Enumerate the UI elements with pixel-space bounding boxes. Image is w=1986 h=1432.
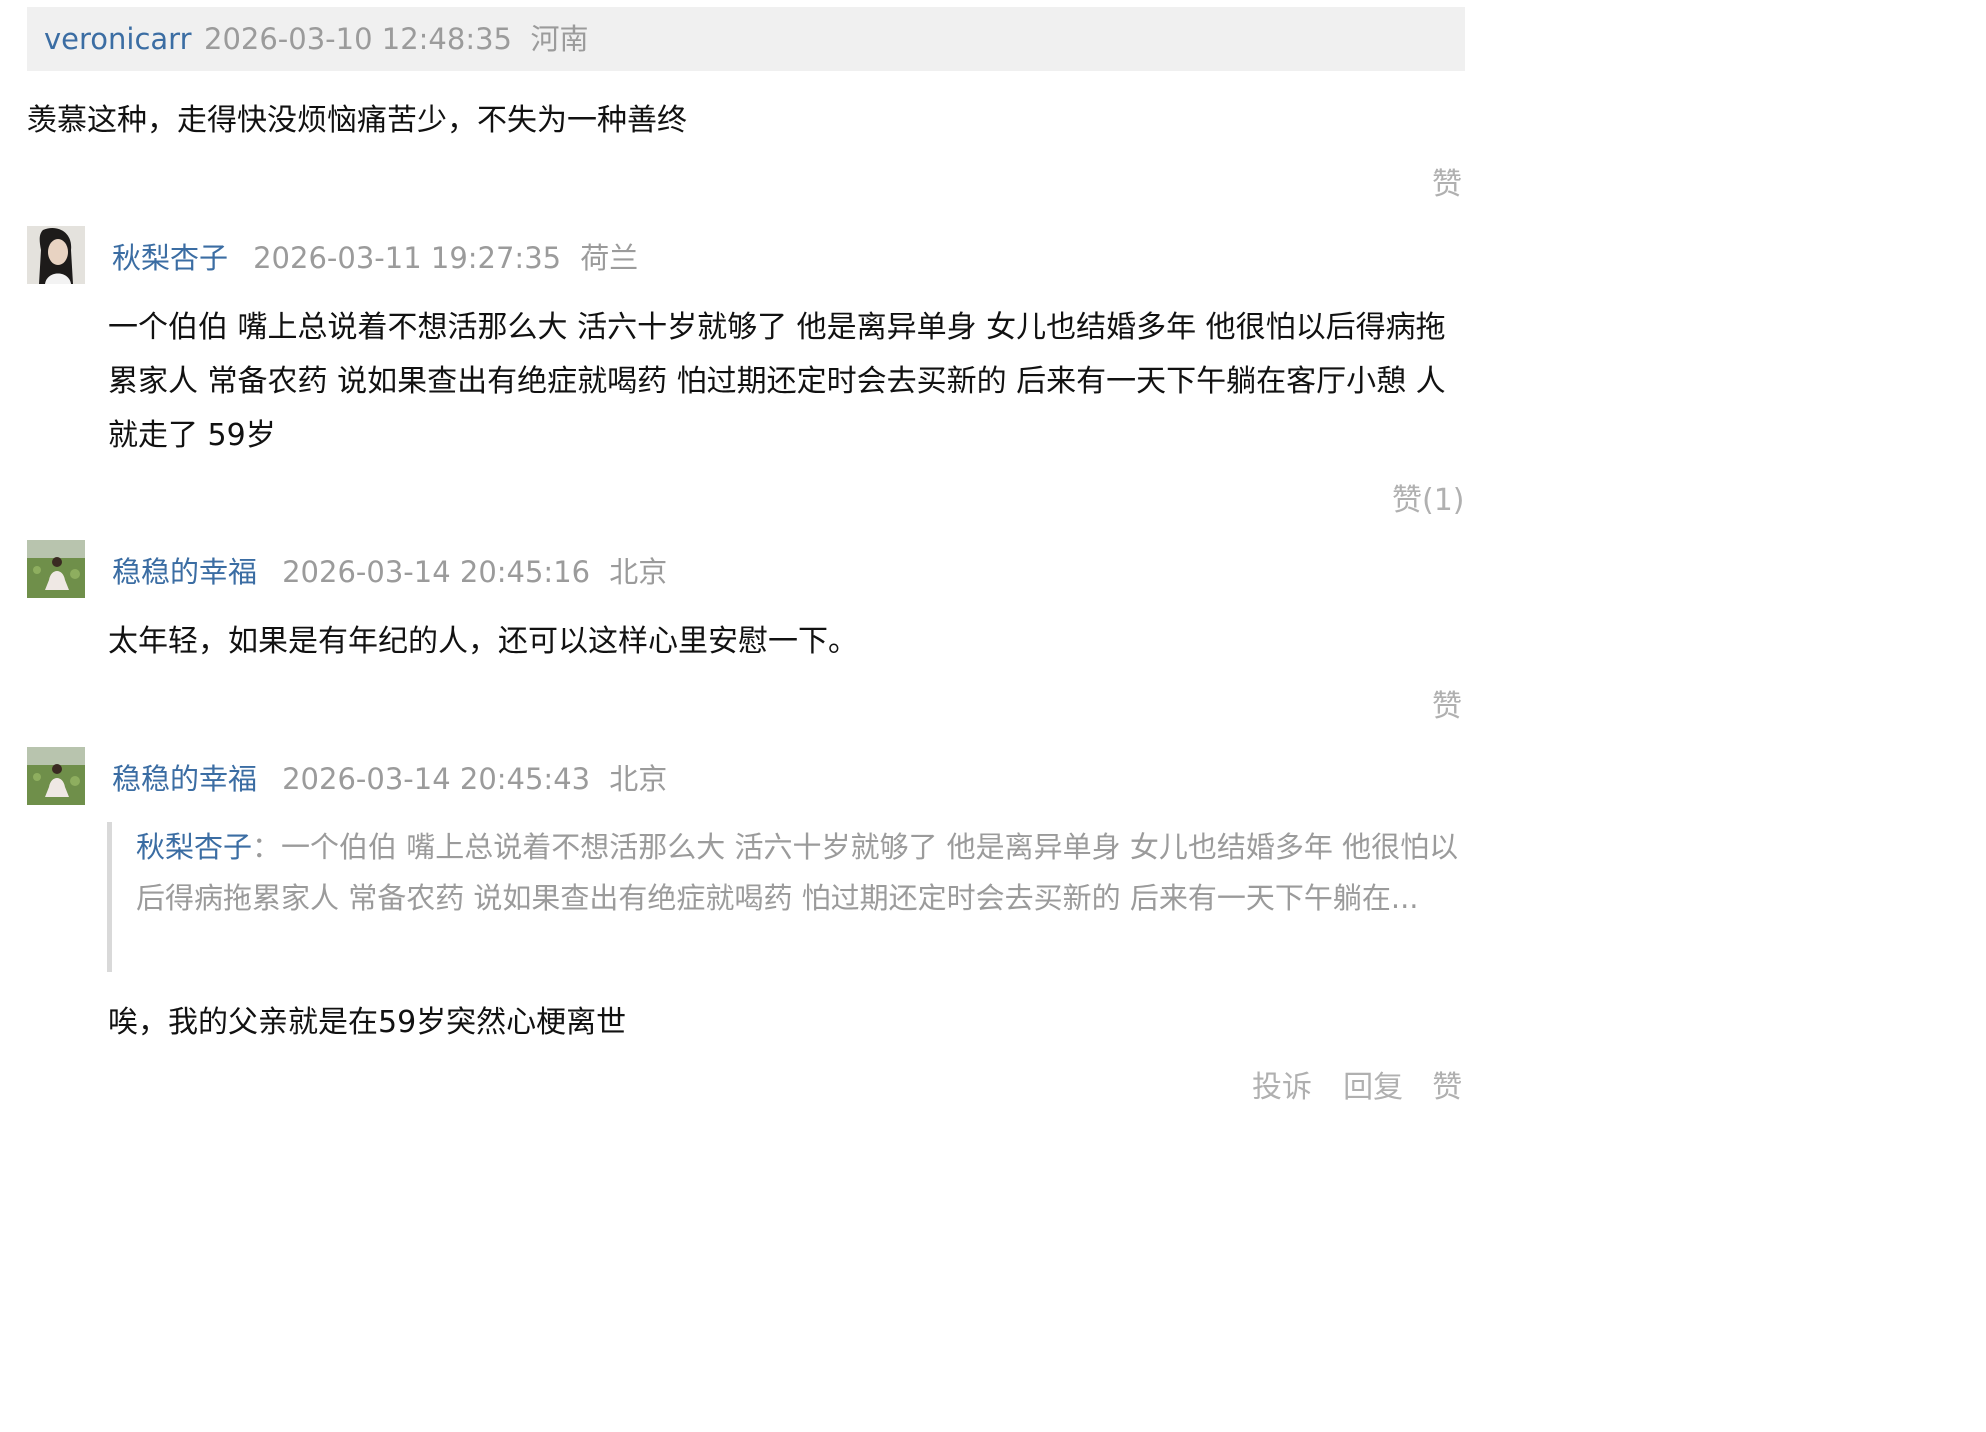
comment-location: 荷兰 <box>580 241 639 275</box>
like-button[interactable]: 赞(1) <box>1392 483 1465 519</box>
like-button[interactable]: 赞 <box>1432 1070 1462 1105</box>
like-button[interactable]: 赞 <box>1432 167 1462 203</box>
comment-text: 唉，我的父亲就是在59岁突然心梗离世 <box>108 1005 627 1040</box>
comment-header: 秋梨杏子 2026-03-11 19:27:35 荷兰 <box>112 240 638 276</box>
comment-username[interactable]: 稳稳的幸福 <box>112 555 257 589</box>
comment-datetime: 2026-03-11 19:27:35 <box>253 241 562 275</box>
comment-header: 稳稳的幸福 2026-03-14 20:45:43 北京 <box>112 761 667 797</box>
quoted-comment-body: 秋梨杏子：一个伯伯 嘴上总说着不想活那么大 活六十岁就够了 他是离异单身 女儿也… <box>136 822 1468 924</box>
comment-username[interactable]: 秋梨杏子 <box>112 241 228 275</box>
comment-username[interactable]: 稳稳的幸福 <box>112 762 257 796</box>
user-avatar-icon[interactable] <box>27 747 85 805</box>
reply-button[interactable]: 回复 <box>1343 1070 1403 1105</box>
comment-text: 太年轻，如果是有年纪的人，还可以这样心里安慰一下。 <box>108 624 858 659</box>
quoted-author[interactable]: 秋梨杏子 <box>136 830 252 864</box>
comment-text: 羡慕这种，走得快没烦恼痛苦少，不失为一种善终 <box>27 103 687 138</box>
comment-location: 北京 <box>609 555 668 589</box>
quoted-separator: ： <box>252 830 282 864</box>
comment-location: 河南 <box>530 22 589 56</box>
avatar-image <box>27 747 85 805</box>
comment-datetime: 2026-03-14 20:45:16 <box>282 555 591 589</box>
quoted-text: 一个伯伯 嘴上总说着不想活那么大 活六十岁就够了 他是离异单身 女儿也结婚多年 … <box>136 830 1459 915</box>
user-avatar-icon[interactable] <box>27 540 85 598</box>
like-button[interactable]: 赞 <box>1432 689 1462 725</box>
comment-username[interactable]: veronicarr <box>44 21 192 57</box>
comment-header: veronicarr 2026-03-10 12:48:35 河南 <box>27 7 1465 71</box>
comment-text: 一个伯伯 嘴上总说着不想活那么大 活六十岁就够了 他是离异单身 女儿也结婚多年 … <box>108 310 1446 453</box>
comment-header: 稳稳的幸福 2026-03-14 20:45:16 北京 <box>112 554 667 590</box>
comment-location: 北京 <box>609 762 668 796</box>
report-button[interactable]: 投诉 <box>1252 1070 1312 1105</box>
user-avatar-icon[interactable] <box>27 226 85 284</box>
quoted-comment: 秋梨杏子：一个伯伯 嘴上总说着不想活那么大 活六十岁就够了 他是离异单身 女儿也… <box>107 822 1470 972</box>
comment-datetime: 2026-03-10 12:48:35 <box>204 22 512 56</box>
avatar-image <box>27 540 85 598</box>
comment-actions: 投诉 回复 赞 <box>1252 1070 1462 1106</box>
comment-meta: 2026-03-10 12:48:35 河南 <box>204 21 588 57</box>
avatar-image <box>27 226 85 284</box>
comment-datetime: 2026-03-14 20:45:43 <box>282 762 591 796</box>
